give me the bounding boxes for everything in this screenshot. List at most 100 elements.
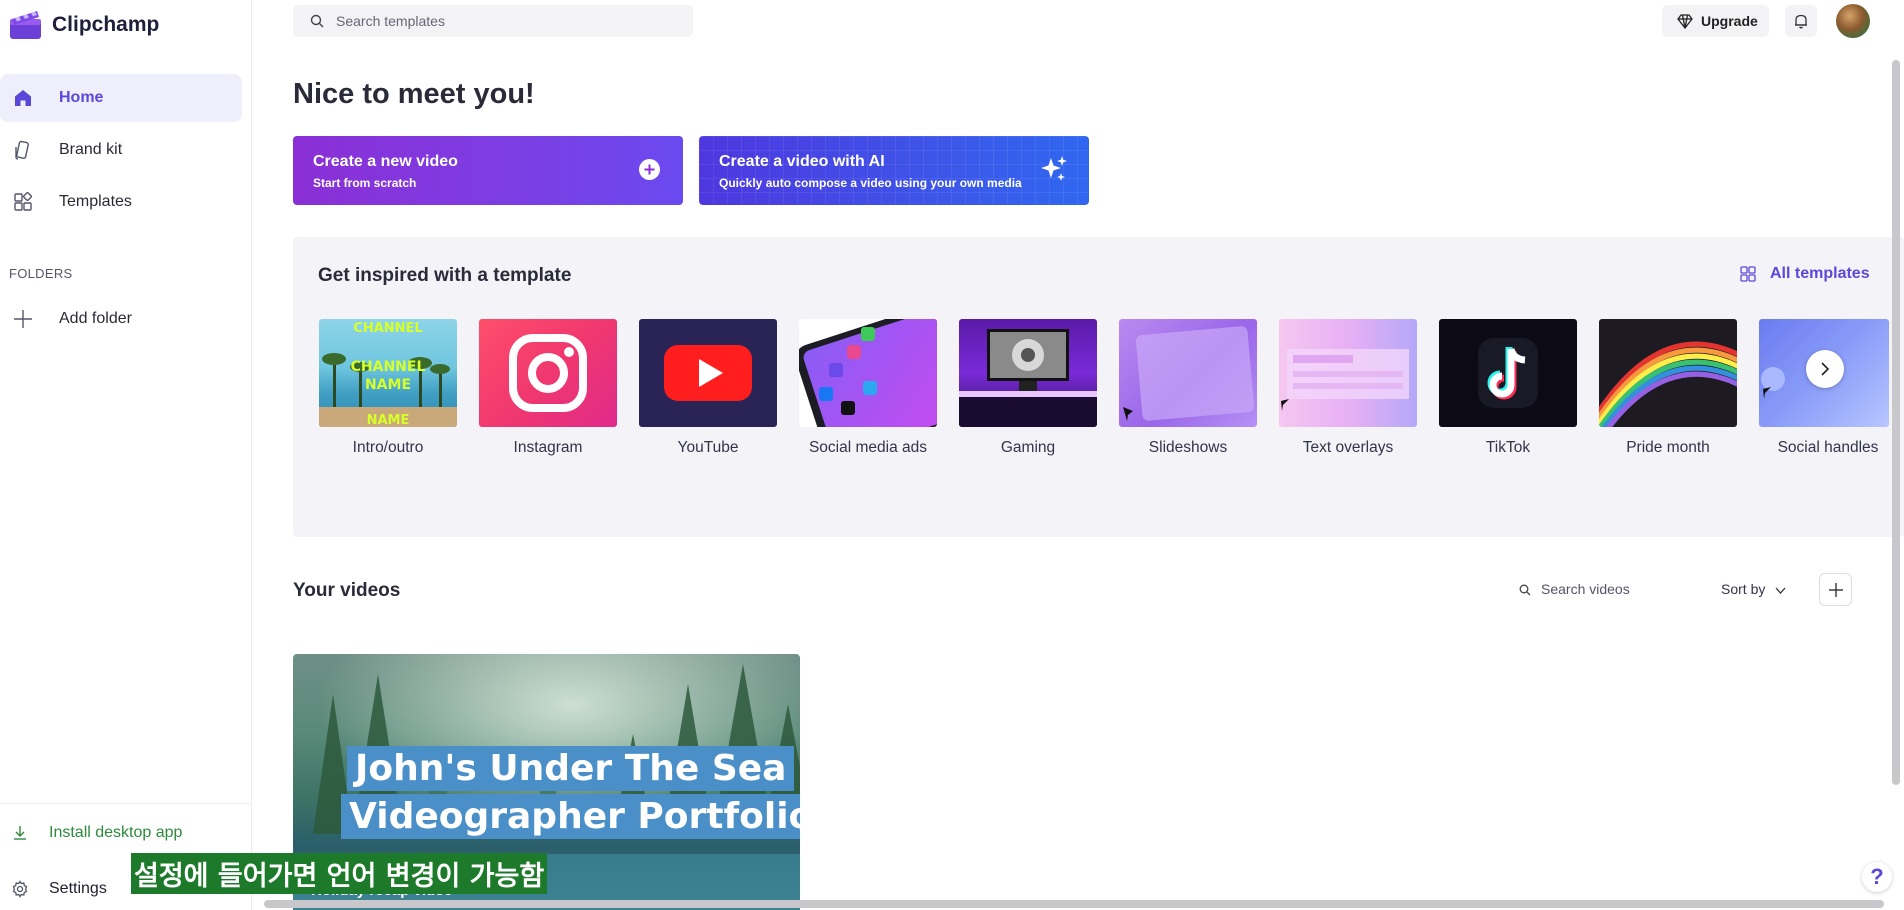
upgrade-label: Upgrade bbox=[1701, 13, 1758, 29]
sidebar-divider bbox=[0, 803, 252, 804]
intro-thumb-text: CHANNEL bbox=[353, 321, 423, 336]
template-card-intro-outro[interactable]: CHANNEL CHANNEL NAME NAME Intro/outro bbox=[319, 319, 459, 457]
template-card-tiktok[interactable]: TikTok bbox=[1439, 319, 1579, 457]
sort-by-label: Sort by bbox=[1721, 581, 1766, 597]
app-logo[interactable]: Clipchamp bbox=[9, 9, 159, 41]
template-search bbox=[293, 5, 693, 37]
all-templates-link[interactable]: All templates bbox=[1740, 262, 1870, 286]
intro-thumb-text: NAME bbox=[364, 377, 412, 393]
template-card-slideshows[interactable]: Slideshows bbox=[1119, 319, 1259, 457]
sidebar: Clipchamp Home Brand kit Templates FOLDE… bbox=[0, 0, 252, 910]
template-thumbnail bbox=[639, 319, 777, 427]
sidebar-item-label: Brand kit bbox=[59, 141, 123, 158]
template-thumbnail bbox=[799, 319, 937, 427]
template-label: Social media ads bbox=[808, 439, 928, 456]
template-card-social-handles[interactable]: Social handles bbox=[1759, 319, 1889, 457]
search-videos-input[interactable] bbox=[1541, 579, 1681, 599]
vertical-scrollbar[interactable] bbox=[1892, 60, 1900, 785]
download-icon bbox=[11, 824, 29, 842]
all-templates-label: All templates bbox=[1770, 265, 1870, 282]
template-thumbnail bbox=[1439, 319, 1577, 427]
video-search bbox=[1508, 577, 1688, 601]
intro-thumb-text: CHANNEL bbox=[350, 359, 426, 375]
section-title: Get inspired with a template bbox=[318, 265, 572, 286]
chevron-right-icon bbox=[1820, 362, 1830, 381]
plus-icon bbox=[12, 308, 34, 330]
notifications-button[interactable] bbox=[1785, 5, 1817, 37]
template-inspiration-panel: Get inspired with a template All templat… bbox=[293, 237, 1904, 537]
create-video-with-ai-button[interactable]: Create a video with AI Quickly auto comp… bbox=[699, 136, 1089, 205]
upgrade-button[interactable]: Upgrade bbox=[1662, 5, 1769, 37]
template-label: Slideshows bbox=[1148, 439, 1228, 456]
page-title: Nice to meet you! bbox=[293, 78, 535, 110]
sidebar-item-templates[interactable]: Templates bbox=[0, 178, 242, 226]
help-button[interactable]: ? bbox=[1862, 862, 1892, 892]
video-title-line-1: John's Under The Sea bbox=[347, 746, 795, 791]
create-new-video-button[interactable]: Create a new video Start from scratch bbox=[293, 136, 683, 205]
sparkle-icon bbox=[1039, 154, 1069, 184]
template-thumbnail bbox=[959, 319, 1097, 427]
intro-thumb-text: NAME bbox=[366, 413, 410, 427]
gear-icon bbox=[11, 880, 29, 898]
search-icon bbox=[310, 14, 324, 28]
video-title-line-2: Videographer Portfolio bbox=[341, 794, 800, 839]
sidebar-item-home[interactable]: Home bbox=[0, 74, 242, 122]
cta-subtitle: Start from scratch bbox=[313, 176, 417, 190]
carousel-next-button[interactable] bbox=[1806, 350, 1844, 388]
template-thumbnail: CHANNEL CHANNEL NAME NAME bbox=[319, 319, 457, 427]
install-label: Install desktop app bbox=[49, 824, 183, 841]
template-label: YouTube bbox=[677, 439, 739, 456]
template-card-gaming[interactable]: Gaming bbox=[959, 319, 1099, 457]
sidebar-item-brand-kit[interactable]: Brand kit bbox=[0, 126, 242, 174]
plus-icon bbox=[1829, 583, 1843, 602]
settings-label: Settings bbox=[49, 880, 107, 897]
youtube-icon bbox=[664, 345, 752, 401]
search-icon bbox=[1519, 583, 1531, 596]
avatar[interactable] bbox=[1836, 4, 1870, 38]
cta-title: Create a video with AI bbox=[719, 153, 885, 170]
template-card-social-media-ads[interactable]: Social media ads bbox=[799, 319, 939, 457]
home-icon bbox=[12, 87, 34, 109]
template-label: Social handles bbox=[1777, 439, 1879, 456]
horizontal-scrollbar[interactable] bbox=[264, 900, 1884, 908]
plus-circle-icon bbox=[639, 159, 660, 180]
template-card-instagram[interactable]: Instagram bbox=[479, 319, 619, 457]
template-thumbnail bbox=[1119, 319, 1257, 427]
template-label: Pride month bbox=[1626, 439, 1710, 456]
app-name: Clipchamp bbox=[52, 13, 160, 36]
brand-kit-icon bbox=[12, 139, 34, 161]
template-card-pride-month[interactable]: Pride month bbox=[1599, 319, 1739, 457]
sidebar-item-label: Home bbox=[59, 89, 104, 106]
chevron-down-icon bbox=[1775, 581, 1786, 597]
install-desktop-app-link[interactable]: Install desktop app bbox=[0, 813, 252, 853]
template-card-youtube[interactable]: YouTube bbox=[639, 319, 779, 457]
template-thumbnail bbox=[1279, 319, 1417, 427]
question-icon: ? bbox=[1870, 864, 1884, 889]
caption-overlay: 설정에 들어가면 언어 변경이 가능함 bbox=[131, 853, 548, 894]
templates-icon bbox=[1740, 266, 1756, 282]
cta-title: Create a new video bbox=[313, 153, 458, 170]
instagram-icon bbox=[509, 334, 587, 412]
template-label: TikTok bbox=[1485, 439, 1531, 456]
template-label: Text overlays bbox=[1302, 439, 1394, 456]
add-video-button[interactable] bbox=[1819, 573, 1852, 606]
diamond-icon bbox=[1677, 14, 1693, 30]
search-templates-input[interactable] bbox=[336, 11, 676, 31]
cta-subtitle: Quickly auto compose a video using your … bbox=[719, 176, 1022, 190]
template-thumbnail bbox=[1599, 319, 1737, 427]
sidebar-item-label: Templates bbox=[59, 193, 132, 210]
add-folder-label: Add folder bbox=[59, 310, 132, 327]
template-label: Gaming bbox=[1000, 439, 1056, 456]
section-title: Your videos bbox=[293, 580, 401, 601]
clipchamp-logo-icon bbox=[9, 9, 42, 41]
template-card-text-overlays[interactable]: Text overlays bbox=[1279, 319, 1419, 457]
template-thumbnail bbox=[479, 319, 617, 427]
template-label: Intro/outro bbox=[352, 439, 424, 456]
templates-icon bbox=[12, 191, 34, 213]
tiktok-icon bbox=[1478, 338, 1538, 408]
bell-icon bbox=[1794, 13, 1808, 34]
sort-by-dropdown[interactable]: Sort by bbox=[1721, 581, 1786, 597]
folders-heading: FOLDERS bbox=[9, 266, 73, 281]
template-label: Instagram bbox=[513, 439, 583, 456]
add-folder-button[interactable]: Add folder bbox=[0, 295, 242, 343]
